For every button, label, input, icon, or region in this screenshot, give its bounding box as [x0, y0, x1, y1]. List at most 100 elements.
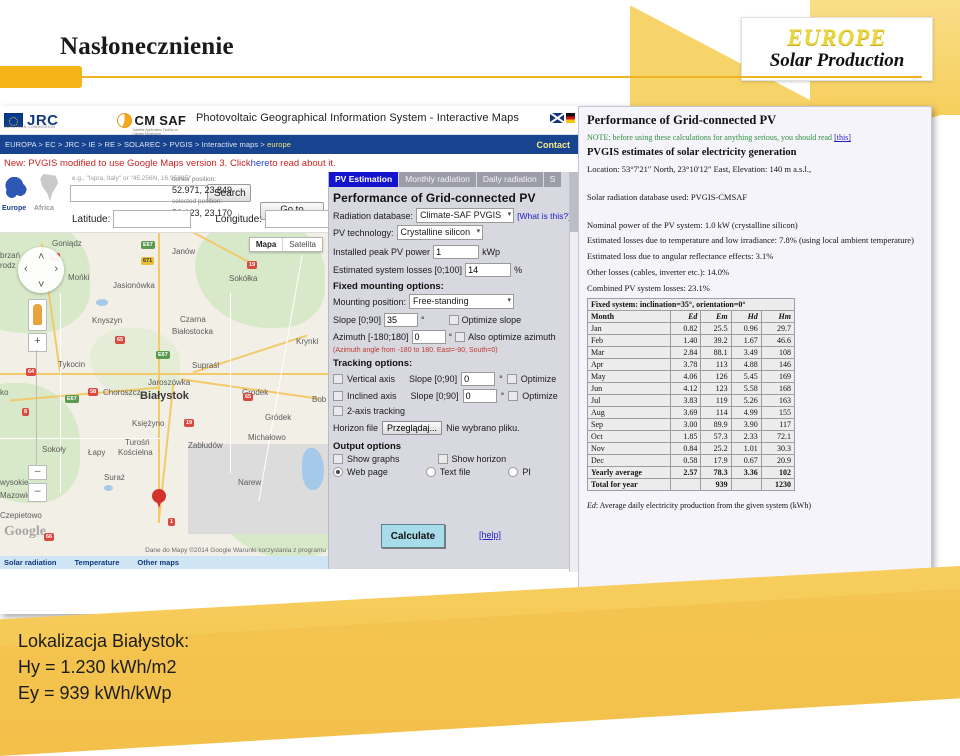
show-horizon-checkbox[interactable]	[437, 454, 448, 464]
table-cell: 72.1	[760, 430, 796, 444]
map-tab-solar-radiation[interactable]: Solar radiation	[4, 558, 57, 567]
table-row: Dec 0.58 17.9 0.67 20.9	[586, 454, 796, 468]
inclined-optimize-checkbox[interactable]	[508, 391, 519, 401]
news-banner: New: PVGIS modified to use Google Maps v…	[0, 154, 578, 172]
map-route-shield: 65	[243, 393, 254, 401]
app-title: Photovoltaic Geographical Information Sy…	[196, 112, 520, 124]
map-lake	[96, 299, 108, 306]
table-cell: Apr	[586, 358, 672, 372]
table-cell: 4.06	[670, 370, 702, 384]
table-cell: 2.57	[670, 466, 702, 480]
map-type-mapa[interactable]: Mapa	[250, 238, 284, 251]
inclined-slope-input[interactable]	[462, 389, 497, 403]
horizon-browse-button[interactable]: Przeglądaj...	[382, 421, 443, 435]
table-row: Jul 3.83 119 5.26 163	[586, 394, 796, 408]
flag-uk-icon[interactable]	[550, 113, 564, 123]
google-map[interactable]: Goniądz Janów Mońki Jasionówka Sokółka Knyszy…	[0, 232, 328, 556]
flag-de-icon[interactable]	[566, 113, 575, 123]
map-tab-temperature[interactable]: Temperature	[75, 558, 120, 567]
azimuth-row: Azimuth [-180;180] ° Also optimize azimu…	[333, 330, 578, 344]
optimize-azimuth-checkbox[interactable]	[455, 332, 466, 342]
vertical-slope-input[interactable]	[461, 372, 496, 386]
system-losses-unit: %	[514, 265, 523, 275]
peak-power-input[interactable]	[433, 245, 480, 259]
what-is-this-link[interactable]: [What is this?]	[517, 211, 570, 221]
tab-monthly-radiation[interactable]: Monthly radiation	[399, 172, 476, 187]
tab-daily-radiation[interactable]: Daily radiation	[476, 172, 543, 187]
map-route-shield: E67	[141, 241, 155, 249]
vertical-axis-checkbox[interactable]	[333, 374, 343, 384]
language-flags[interactable]	[550, 113, 575, 123]
table-cell: 117	[760, 418, 796, 432]
pv-technology-select[interactable]: Crystalline silicon	[396, 225, 484, 240]
peak-power-row: Installed peak PV power kWp	[333, 245, 578, 259]
text-file-radio[interactable]	[425, 467, 436, 477]
results-note-link[interactable]: [this]	[834, 133, 851, 142]
web-page-radio[interactable]	[333, 467, 343, 477]
map-place-label: Knyszyn	[92, 316, 123, 325]
azimuth-input[interactable]	[411, 330, 446, 344]
table-cell: 123	[700, 382, 732, 396]
zoom-out-button[interactable]: –	[28, 483, 47, 502]
two-axis-checkbox[interactable]	[333, 406, 343, 416]
map-tab-other-maps[interactable]: Other maps	[137, 558, 179, 567]
africa-continent-button[interactable]: Africa	[34, 174, 66, 212]
map-route-shield: 19	[247, 261, 258, 269]
system-losses-row: Estimated system losses [0;100] %	[333, 263, 578, 277]
table-header-row: Month Ed Em Hd Hm	[586, 310, 796, 324]
contact-link[interactable]: Contact	[537, 140, 571, 150]
map-layer-tabs[interactable]: Solar radiation Temperature Other maps	[0, 556, 328, 569]
help-link[interactable]: [help]	[479, 530, 501, 540]
table-cell: May	[586, 370, 672, 384]
optimize-slope-checkbox[interactable]	[448, 315, 459, 325]
table-cell: 3.69	[670, 406, 702, 420]
results-line: Estimated losses due to temperature and …	[587, 235, 914, 246]
table-cell: 4.12	[670, 382, 702, 396]
breadcrumb[interactable]: EUROPA > EC > JRC > IE > RE > SOLAREC > …	[5, 140, 291, 149]
title-divider	[82, 76, 922, 78]
form-scrollbar[interactable]	[569, 172, 578, 572]
page-title: Nasłonecznienie	[60, 33, 234, 60]
table-cell: 25.5	[700, 322, 732, 336]
table-cell: 155	[760, 406, 796, 420]
latitude-input[interactable]	[113, 210, 192, 228]
table-cell: 3.49	[730, 346, 762, 360]
news-text-pre: New: PVGIS modified to use Google Maps v…	[4, 157, 251, 169]
map-location-pin[interactable]	[152, 489, 166, 509]
map-zoom-control[interactable]: + – –	[28, 333, 47, 502]
europe-continent-button[interactable]: Europe	[2, 174, 32, 212]
street-view-pegman-icon[interactable]	[28, 299, 47, 331]
map-type-satelita[interactable]: Satelita	[283, 238, 322, 251]
vertical-slope-label: Slope [0;90]	[409, 374, 458, 384]
inclined-axis-checkbox[interactable]	[333, 391, 343, 401]
map-place-label: Księżyno	[132, 419, 165, 428]
pdf-radio[interactable]	[508, 467, 519, 477]
map-place-label: Łapy	[88, 448, 106, 457]
table-cell	[670, 478, 702, 492]
radiation-database-select[interactable]: Climate-SAF PVGIS	[416, 208, 515, 223]
tab-pv-estimation[interactable]: PV Estimation	[329, 172, 399, 187]
vertical-optimize-checkbox[interactable]	[506, 374, 517, 384]
tab-standalone-pv[interactable]: S	[543, 172, 562, 187]
zoom-slider-handle[interactable]: –	[28, 465, 47, 480]
calculate-button[interactable]: Calculate	[381, 524, 445, 548]
pv-estimation-panel: PV Estimation Monthly radiation Daily ra…	[328, 172, 578, 572]
zoom-in-button[interactable]: +	[28, 333, 47, 352]
map-place-label: Tykocin	[58, 360, 86, 369]
news-link[interactable]: here	[251, 158, 270, 169]
mounting-position-select[interactable]: Free-standing	[409, 294, 515, 309]
zoom-track[interactable]	[36, 350, 37, 465]
vertical-axis-row: Vertical axis Slope [0;90] ° Optimize	[333, 372, 578, 386]
slope-row: Slope [0;90] ° Optimize slope	[333, 313, 578, 327]
show-graphs-checkbox[interactable]	[333, 454, 343, 464]
system-losses-input[interactable]	[465, 263, 512, 277]
map-type-switch[interactable]: Mapa Satelita	[248, 237, 323, 252]
africa-map-icon	[40, 174, 59, 201]
slope-input[interactable]	[384, 313, 419, 327]
map-place-label: Gródek	[265, 413, 292, 422]
panel-tabs[interactable]: PV Estimation Monthly radiation Daily ra…	[329, 172, 578, 187]
map-pan-control[interactable]: ˄ ˅ ‹ ›	[18, 247, 64, 293]
cursor-position-label: cursor position:	[172, 176, 217, 183]
table-cell: 939	[700, 478, 732, 492]
pv-technology-label: PV technology:	[333, 227, 394, 238]
